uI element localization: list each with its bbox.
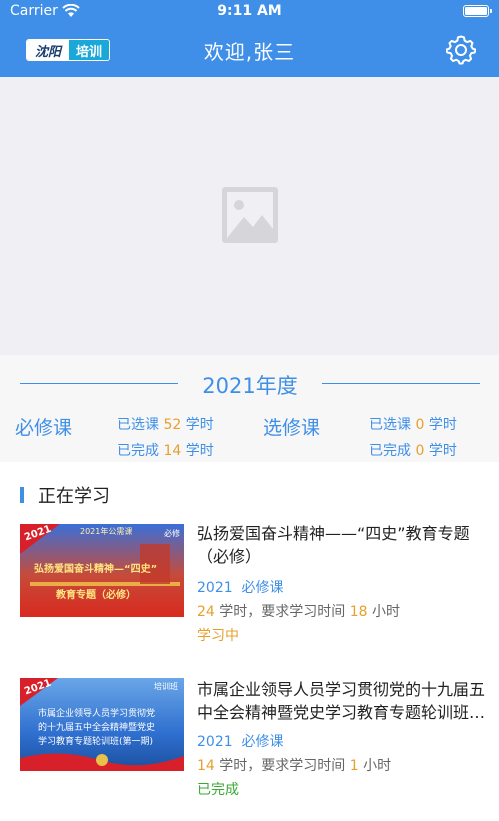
course-title: 市属企业领导人员学习贯彻党的十九届五中全会精神暨党史学习教育专题轮训班（第一期） xyxy=(197,680,486,722)
course-meta: 2021 必修课 xyxy=(197,580,284,596)
status-bar: Carrier 9:11 AM xyxy=(0,0,499,24)
course-hours: 24 学时，要求学习时间 18 小时 xyxy=(197,604,401,620)
elective-selected: 已选课 0 学时 xyxy=(369,417,457,433)
course-status-badge: 已完成 xyxy=(197,782,239,798)
app-header: Carrier 9:11 AM 沈阳 培训 欢迎,张三 xyxy=(0,0,499,77)
divider-left xyxy=(20,383,178,384)
image-placeholder-icon xyxy=(222,187,278,243)
course-thumbnail: 2021 培训班 市属企业领导人员学习贯彻党 的十九届五中全会精神暨党史 学习教… xyxy=(20,678,184,771)
course-item[interactable]: 2021 2021年公需课 必修 弘扬爱国奋斗精神—“四史” 教育专题（必修） … xyxy=(0,524,499,644)
page-title: 欢迎,张三 xyxy=(203,40,296,64)
course-meta: 2021 必修课 xyxy=(197,734,284,750)
required-selected: 已选课 52 学时 xyxy=(117,417,214,433)
course-thumbnail: 2021 2021年公需课 必修 弘扬爱国奋斗精神—“四史” 教育专题（必修） xyxy=(20,524,184,617)
course-hours: 14 学时，要求学习时间 1 小时 xyxy=(197,758,392,774)
required-selected-value: 52 xyxy=(163,417,182,433)
required-course-label[interactable]: 必修课 xyxy=(15,413,72,440)
elective-course-label[interactable]: 选修课 xyxy=(263,413,320,440)
course-title: 弘扬爱国奋斗精神——“四史”教育专题（必修） xyxy=(197,524,470,566)
battery-icon xyxy=(463,5,492,17)
year-title: 2021年度 xyxy=(202,374,298,398)
course-status-badge: 学习中 xyxy=(197,628,239,644)
elective-selected-value: 0 xyxy=(415,417,425,433)
required-completed: 已完成 14 学时 xyxy=(117,443,214,459)
clock: 9:11 AM xyxy=(217,3,282,19)
gear-icon[interactable] xyxy=(446,35,476,65)
banner[interactable] xyxy=(0,77,499,355)
course-item[interactable]: 2021 培训班 市属企业领导人员学习贯彻党 的十九届五中全会精神暨党史 学习教… xyxy=(0,678,499,798)
elective-completed: 已完成 0 学时 xyxy=(369,443,457,459)
divider-right xyxy=(322,383,480,384)
section-accent-bar xyxy=(20,487,24,503)
year-summary: 2021年度 必修课 已选课 52 学时 已完成 14 学时 选修课 已选课 0… xyxy=(0,355,499,462)
elective-completed-value: 0 xyxy=(415,443,425,459)
required-completed-value: 14 xyxy=(163,443,182,459)
section-heading: 正在学习 xyxy=(20,484,110,507)
